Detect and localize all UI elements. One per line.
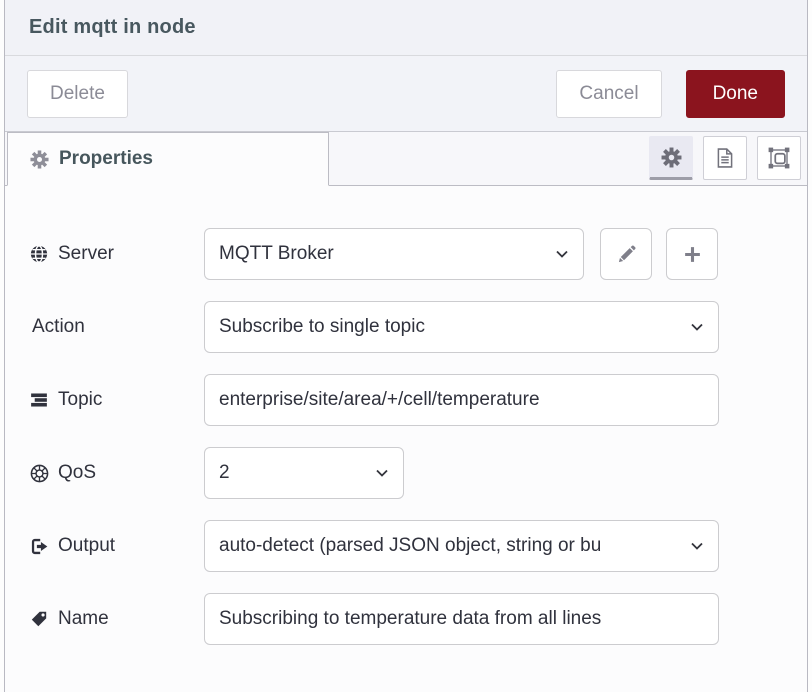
editor-tab-bar: Properties xyxy=(5,132,807,186)
chevron-down-icon xyxy=(374,465,390,481)
node-red-editor: Edit mqtt in node Delete Cancel Done xyxy=(0,0,812,692)
server-select[interactable]: MQTT Broker xyxy=(204,228,584,280)
form-row-topic: Topic xyxy=(29,374,807,426)
gear-icon xyxy=(30,150,49,169)
action-label: Action xyxy=(29,316,204,338)
output-label: Output xyxy=(29,535,204,557)
toolbar-right-group: Cancel Done xyxy=(556,70,785,118)
add-server-button[interactable] xyxy=(666,228,718,280)
empire-icon xyxy=(29,464,49,483)
page-title: Edit mqtt in node xyxy=(29,16,196,39)
chevron-down-icon xyxy=(689,319,705,335)
properties-gear-tab-button[interactable] xyxy=(649,136,693,180)
done-button[interactable]: Done xyxy=(686,70,785,118)
dialog-header: Edit mqtt in node xyxy=(5,0,807,56)
form-row-qos: QoS 2 xyxy=(29,447,807,499)
output-select[interactable]: auto-detect (parsed JSON object, string … xyxy=(204,520,719,572)
globe-icon xyxy=(29,245,49,263)
form-row-action: Action Subscribe to single topic xyxy=(29,301,807,353)
description-tab-button[interactable] xyxy=(703,136,747,180)
name-input[interactable] xyxy=(204,593,719,645)
properties-form: Server MQTT Broker xyxy=(5,186,807,692)
sign-out-icon xyxy=(29,537,49,556)
form-row-name: Name xyxy=(29,593,807,645)
chevron-down-icon xyxy=(689,538,705,554)
document-icon xyxy=(714,147,736,169)
appearance-tab-button[interactable] xyxy=(757,136,801,180)
edit-node-tray: Edit mqtt in node Delete Cancel Done xyxy=(5,0,807,692)
edit-server-button[interactable] xyxy=(600,228,652,280)
tab-tools xyxy=(649,136,807,180)
delete-button[interactable]: Delete xyxy=(27,70,128,118)
action-select[interactable]: Subscribe to single topic xyxy=(204,301,719,353)
workspace-edge-right xyxy=(807,0,812,692)
topic-input[interactable] xyxy=(204,374,719,426)
topic-label: Topic xyxy=(29,389,204,411)
tag-icon xyxy=(29,610,49,628)
tab-properties-label: Properties xyxy=(59,148,153,170)
qos-label: QoS xyxy=(29,462,204,484)
plus-icon xyxy=(683,245,702,264)
name-label: Name xyxy=(29,608,204,630)
form-row-server: Server MQTT Broker xyxy=(29,228,807,280)
qos-select[interactable]: 2 xyxy=(204,447,404,499)
pencil-icon xyxy=(617,245,636,264)
gear-icon xyxy=(661,147,682,168)
tasks-icon xyxy=(29,391,49,409)
chevron-down-icon xyxy=(554,246,570,262)
form-row-output: Output auto-detect (parsed JSON object, … xyxy=(29,520,807,572)
tab-properties[interactable]: Properties xyxy=(7,132,329,186)
appearance-badge-icon xyxy=(767,146,791,170)
cancel-button[interactable]: Cancel xyxy=(556,70,661,118)
dialog-toolbar: Delete Cancel Done xyxy=(5,56,807,132)
server-label: Server xyxy=(29,243,204,265)
